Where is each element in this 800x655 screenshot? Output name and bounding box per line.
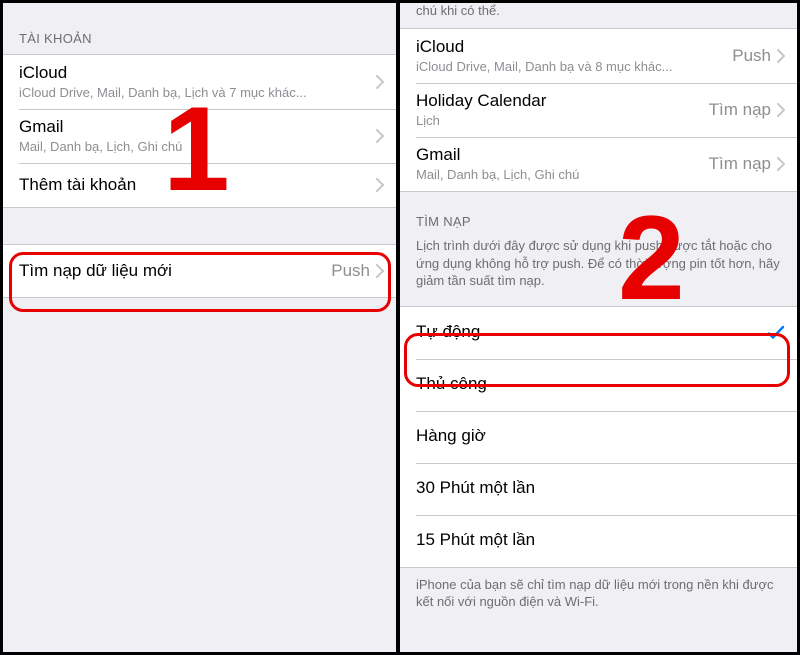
checkmark-icon	[767, 324, 785, 342]
chevron-right-icon	[376, 129, 384, 143]
chevron-right-icon	[777, 49, 785, 63]
row-subtitle: iCloud Drive, Mail, Danh bạ và 8 mục khá…	[416, 59, 732, 75]
fetch-option-hourly[interactable]: Hàng giờ	[400, 411, 797, 463]
account-fetch-row-icloud[interactable]: iCloud iCloud Drive, Mail, Danh bạ và 8 …	[400, 29, 797, 83]
row-value: Push	[331, 261, 370, 281]
fetch-section-description: Lịch trình dưới đây được sử dụng khi pus…	[400, 237, 797, 306]
row-value: Tìm nạp	[709, 100, 771, 120]
row-subtitle: iCloud Drive, Mail, Danh bạ, Lịch và 7 m…	[19, 85, 376, 101]
row-subtitle: Mail, Danh bạ, Lịch, Ghi chú	[416, 167, 709, 183]
row-title: Gmail	[416, 145, 709, 165]
accounts-fetch-list: iCloud iCloud Drive, Mail, Danh bạ và 8 …	[400, 28, 797, 192]
row-title: iCloud	[19, 63, 376, 83]
settings-accounts-panel: TÀI KHOẢN iCloud iCloud Drive, Mail, Dan…	[3, 3, 400, 652]
option-label: 30 Phút một lần	[416, 478, 785, 498]
option-label: Hàng giờ	[416, 426, 785, 446]
chevron-right-icon	[777, 157, 785, 171]
accounts-list: iCloud iCloud Drive, Mail, Danh bạ, Lịch…	[3, 54, 396, 208]
accounts-section-header: TÀI KHOẢN	[3, 3, 396, 54]
add-account-row[interactable]: Thêm tài khoản	[3, 163, 396, 207]
account-fetch-row-gmail[interactable]: Gmail Mail, Danh bạ, Lịch, Ghi chú Tìm n…	[400, 137, 797, 191]
fetch-option-manual[interactable]: Thủ công	[400, 359, 797, 411]
account-row-gmail[interactable]: Gmail Mail, Danh bạ, Lịch, Ghi chú	[3, 109, 396, 163]
option-label: 15 Phút một lần	[416, 530, 785, 550]
chevron-right-icon	[376, 264, 384, 278]
row-title: Gmail	[19, 117, 376, 137]
fetch-bottom-note: iPhone của bạn sẽ chỉ tìm nạp dữ liệu mớ…	[400, 568, 797, 627]
account-fetch-row-holiday[interactable]: Holiday Calendar Lịch Tìm nạp	[400, 83, 797, 137]
row-value: Push	[732, 46, 771, 66]
fetch-new-data-panel: chú khi có thể. iCloud iCloud Drive, Mai…	[400, 3, 797, 652]
fetch-option-15min[interactable]: 15 Phút một lần	[400, 515, 797, 567]
row-title: Tìm nạp dữ liệu mới	[19, 261, 331, 281]
chevron-right-icon	[376, 178, 384, 192]
truncated-footer-text: chú khi có thể.	[400, 3, 797, 28]
fetch-option-30min[interactable]: 30 Phút một lần	[400, 463, 797, 515]
row-title: Holiday Calendar	[416, 91, 709, 111]
row-value: Tìm nạp	[709, 154, 771, 174]
row-title: Thêm tài khoản	[19, 175, 376, 195]
fetch-section-header: TÌM NẠP	[400, 192, 797, 237]
fetch-new-data-row[interactable]: Tìm nạp dữ liệu mới Push	[3, 245, 396, 297]
fetch-option-auto[interactable]: Tự động	[400, 307, 797, 359]
row-title: iCloud	[416, 37, 732, 57]
fetch-new-data-list: Tìm nạp dữ liệu mới Push	[3, 244, 396, 298]
option-label: Thủ công	[416, 374, 785, 394]
chevron-right-icon	[777, 103, 785, 117]
account-row-icloud[interactable]: iCloud iCloud Drive, Mail, Danh bạ, Lịch…	[3, 55, 396, 109]
row-subtitle: Mail, Danh bạ, Lịch, Ghi chú	[19, 139, 376, 155]
fetch-schedule-list: Tự động Thủ công Hàng giờ 30 Phút một lầ…	[400, 306, 797, 568]
row-subtitle: Lịch	[416, 113, 709, 129]
option-label: Tự động	[416, 322, 767, 342]
chevron-right-icon	[376, 75, 384, 89]
